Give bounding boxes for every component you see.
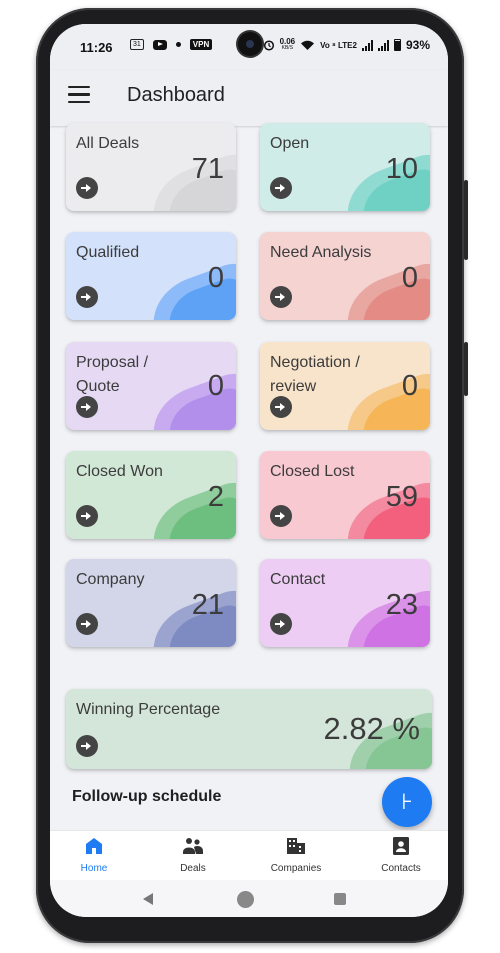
app-bar: Dashboard (50, 70, 448, 126)
nav-label: Companies (270, 863, 322, 874)
home-button-icon[interactable] (237, 891, 254, 908)
add-fab-button[interactable]: ⊦ (382, 777, 432, 827)
card-label: Company (76, 571, 145, 588)
card-value: 21 (191, 589, 224, 621)
contact-card[interactable]: Contact 23 (260, 559, 430, 647)
system-navigation-bar (50, 880, 448, 917)
bottom-navigation: Home Deals Companies Contacts (50, 830, 448, 880)
card-value: 59 (385, 481, 418, 513)
card-value: 0 (401, 370, 418, 402)
arrow-right-icon[interactable] (76, 396, 98, 418)
youtube-icon (152, 39, 167, 50)
follow-up-schedule-heading: Follow-up schedule (72, 788, 222, 805)
card-value: 0 (207, 262, 224, 294)
nav-contacts[interactable]: Contacts (356, 837, 446, 876)
status-time: 11:26 (80, 40, 113, 55)
negotiation-review-card[interactable]: Negotiation / review 0 (260, 342, 430, 430)
plus-icon: ⊦ (401, 789, 413, 814)
signal-1-icon (361, 39, 373, 51)
people-icon (183, 838, 203, 854)
card-value: 23 (385, 589, 418, 621)
card-value: 10 (385, 153, 418, 185)
arrow-right-icon[interactable] (270, 396, 292, 418)
app-screen: 11:26 31 VPN 0.06 KB/S Vo ⁸ LTE2 93% Das… (50, 24, 448, 917)
card-label: Need Analysis (270, 244, 372, 261)
nav-label: Home (80, 863, 108, 874)
all-deals-card[interactable]: All Deals 71 (66, 123, 236, 211)
home-icon (86, 838, 102, 854)
card-label: All Deals (76, 135, 140, 152)
status-bar: 11:26 31 VPN 0.06 KB/S Vo ⁸ LTE2 93% (50, 24, 448, 70)
arrow-right-icon[interactable] (76, 286, 98, 308)
arrow-right-icon[interactable] (76, 735, 98, 757)
hamburger-menu-icon[interactable] (68, 86, 90, 106)
battery-icon (393, 39, 401, 51)
volume-button (464, 180, 468, 260)
card-value: 0 (401, 262, 418, 294)
card-value: 2 (207, 481, 224, 513)
calendar-icon: 31 (130, 39, 144, 50)
wifi-icon (301, 40, 315, 50)
card-label: Qualified (76, 244, 140, 261)
card-label: Closed Won (76, 463, 163, 480)
arrow-right-icon[interactable] (76, 613, 98, 635)
nav-label: Contacts (381, 863, 421, 874)
qualified-card[interactable]: Qualified 0 (66, 232, 236, 320)
network-speed: 0.06 KB/S (279, 37, 296, 52)
card-label: Negotiation / review (270, 354, 360, 395)
card-value: 71 (191, 153, 224, 185)
card-label: Open (270, 135, 310, 152)
arrow-right-icon[interactable] (270, 286, 292, 308)
power-button (464, 342, 468, 396)
arrow-right-icon[interactable] (76, 177, 98, 199)
closed-lost-card[interactable]: Closed Lost 59 (260, 451, 430, 539)
card-label: Winning Percentage (76, 701, 221, 718)
proposal-quote-card[interactable]: Proposal / Quote 0 (66, 342, 236, 430)
front-camera (238, 32, 262, 56)
closed-won-card[interactable]: Closed Won 2 (66, 451, 236, 539)
card-label: Contact (270, 571, 326, 588)
battery-percent: 93% (405, 38, 430, 52)
winning-percentage-card[interactable]: Winning Percentage 2.82 % (66, 689, 432, 769)
vpn-badge: VPN (189, 39, 213, 50)
nav-home[interactable]: Home (50, 837, 139, 876)
recent-apps-icon[interactable] (334, 893, 346, 905)
arrow-right-icon[interactable] (76, 505, 98, 527)
signal-2-icon (377, 39, 389, 51)
nav-companies[interactable]: Companies (251, 837, 341, 876)
contact-card-icon (393, 837, 409, 855)
alarm-icon (263, 40, 274, 51)
company-card[interactable]: Company 21 (66, 559, 236, 647)
need-analysis-card[interactable]: Need Analysis 0 (260, 232, 430, 320)
card-label: Closed Lost (270, 463, 355, 480)
open-card[interactable]: Open 10 (260, 123, 430, 211)
notification-dot-icon (175, 42, 181, 47)
back-icon[interactable] (143, 893, 153, 905)
page-title: Dashboard (127, 84, 225, 106)
card-value: 2.82 % (323, 711, 420, 746)
arrow-right-icon[interactable] (270, 613, 292, 635)
card-label: Proposal / Quote (76, 354, 149, 395)
nav-deals[interactable]: Deals (148, 837, 238, 876)
nav-label: Deals (180, 863, 206, 874)
building-icon (287, 838, 305, 854)
arrow-right-icon[interactable] (270, 505, 292, 527)
arrow-right-icon[interactable] (270, 177, 292, 199)
network-type: Vo ⁸ LTE2 (320, 40, 357, 50)
card-value: 0 (207, 370, 224, 402)
